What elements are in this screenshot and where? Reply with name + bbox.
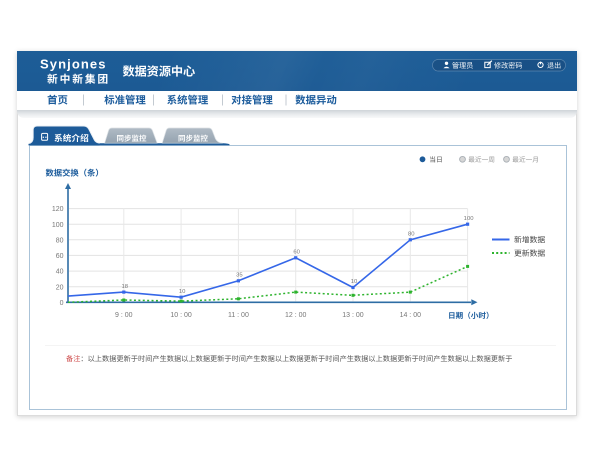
svg-text:80: 80 — [56, 237, 64, 244]
svg-text:60: 60 — [293, 250, 300, 256]
svg-text:80: 80 — [408, 232, 415, 238]
svg-text:60: 60 — [56, 253, 64, 260]
svg-text:40: 40 — [56, 269, 64, 276]
svg-text:100: 100 — [52, 222, 64, 229]
svg-text:12 : 00: 12 : 00 — [285, 312, 307, 319]
svg-text:120: 120 — [52, 206, 64, 213]
svg-text:11 : 00: 11 : 00 — [228, 312, 249, 319]
svg-text:13 : 00: 13 : 00 — [342, 312, 364, 319]
svg-text:14 : 00: 14 : 00 — [400, 312, 422, 319]
svg-text:9 : 00: 9 : 00 — [115, 312, 133, 319]
svg-text:100: 100 — [464, 216, 475, 222]
svg-text:10: 10 — [179, 289, 186, 295]
svg-text:10 : 00: 10 : 00 — [170, 312, 192, 319]
svg-text:Synjones: Synjones — [40, 56, 107, 71]
svg-text:35: 35 — [236, 273, 243, 279]
svg-text:0: 0 — [60, 300, 64, 307]
svg-text:20: 20 — [56, 284, 64, 291]
svg-text:18: 18 — [122, 284, 129, 290]
svg-text:10: 10 — [351, 279, 358, 285]
